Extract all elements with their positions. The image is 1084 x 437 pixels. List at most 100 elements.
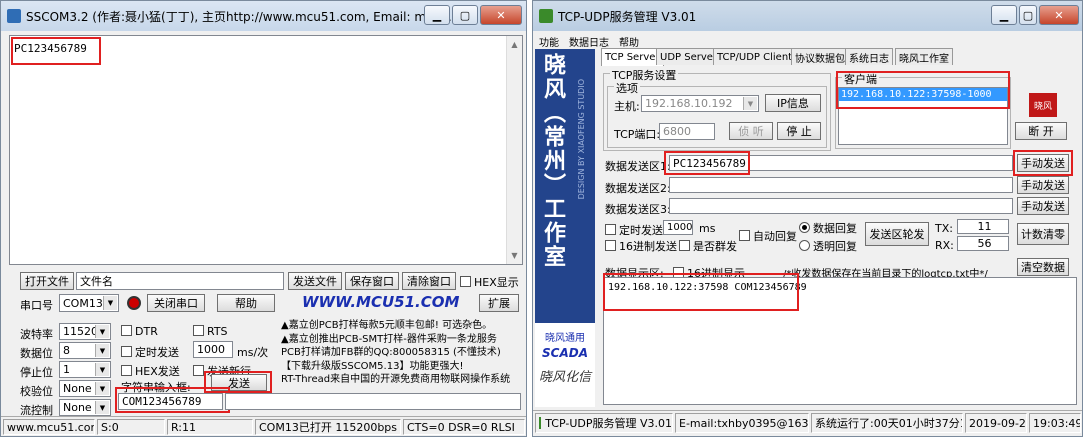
tx-counter: 11 bbox=[957, 219, 1009, 234]
sidebar-bottom-panel: 晓风通用 SCADA 晓风化信 bbox=[535, 323, 595, 407]
timed-interval-input[interactable]: 1000 bbox=[663, 220, 693, 235]
port-select[interactable]: COM13 ▼ bbox=[59, 294, 119, 312]
rx-label: RX: bbox=[935, 239, 954, 252]
manual-send-button-2[interactable]: 手动发送 bbox=[1017, 176, 1069, 194]
save-window-button[interactable]: 保存窗口 bbox=[345, 272, 399, 290]
tab-studio[interactable]: 晓风工作室 bbox=[895, 48, 953, 65]
tab-tcp-server[interactable]: TCP Server bbox=[601, 48, 664, 66]
close-button[interactable]: ✕ bbox=[1039, 5, 1079, 25]
baud-select[interactable]: 115200 ▼ bbox=[59, 323, 111, 340]
ad-line-1[interactable]: ▲嘉立创PCB打样每款5元顺丰包邮! 可选杂色。 bbox=[281, 319, 521, 333]
ad-line-4[interactable]: 【下载升级版SSCOM5.13】功能更强大! bbox=[281, 360, 521, 374]
hex-send-checkbox[interactable] bbox=[605, 240, 616, 251]
rts-checkbox[interactable] bbox=[193, 325, 204, 336]
chevron-down-icon: ▼ bbox=[103, 296, 117, 310]
stop-bits-select[interactable]: 1 ▼ bbox=[59, 361, 111, 378]
tab-client[interactable]: TCP/UDP Client bbox=[713, 48, 797, 65]
send-newline-checkbox[interactable] bbox=[193, 365, 204, 376]
minimize-button[interactable]: ▁ bbox=[424, 5, 450, 25]
dtr-check[interactable]: DTR bbox=[121, 325, 158, 338]
tab-syslog[interactable]: 系统日志 bbox=[845, 48, 893, 65]
receive-area[interactable]: PC123456789 ▲ ▼ bbox=[9, 35, 523, 265]
send-area-2-label: 数据发送区2: bbox=[605, 182, 671, 195]
manual-send-button-3[interactable]: 手动发送 bbox=[1017, 197, 1069, 215]
highlight-send-area bbox=[664, 151, 750, 175]
data-echo-radio-dot[interactable] bbox=[799, 222, 810, 233]
sidebar-line-2: SCADA bbox=[542, 346, 588, 360]
send-text-area[interactable] bbox=[225, 393, 521, 410]
send-area-2-input[interactable] bbox=[669, 177, 1013, 193]
timed-send-checkbox[interactable] bbox=[121, 346, 132, 357]
scroll-down-icon[interactable]: ▼ bbox=[507, 251, 522, 260]
tcp-port-label: TCP端口: bbox=[614, 128, 661, 141]
hex-display-checkbox[interactable] bbox=[460, 276, 471, 287]
parity-select[interactable]: None ▼ bbox=[59, 380, 111, 397]
send-area-3-input[interactable] bbox=[669, 198, 1013, 214]
transparent-label: 透明回复 bbox=[813, 240, 857, 253]
hex-send-checkbox[interactable] bbox=[121, 365, 132, 376]
data-echo-label: 数据回复 bbox=[813, 222, 857, 235]
brand-text[interactable]: WWW.MCU51.COM bbox=[302, 293, 459, 311]
ad-line-5[interactable]: RT-Thread来自中国的开源免费商用物联网操作系统 bbox=[281, 373, 521, 387]
close-port-button[interactable]: 关闭串口 bbox=[147, 294, 205, 312]
rts-check[interactable]: RTS bbox=[193, 325, 228, 338]
menu-help[interactable]: 帮助 bbox=[619, 34, 639, 49]
hex-send-check[interactable]: HEX发送 bbox=[121, 363, 180, 379]
flow-select[interactable]: None ▼ bbox=[59, 399, 111, 416]
ip-info-button[interactable]: IP信息 bbox=[765, 94, 821, 112]
group-send-check[interactable]: 是否群发 bbox=[679, 238, 737, 254]
sscom-statusbar: www.mcu51.cor S:0 R:11 COM13已打开 115200bp… bbox=[1, 416, 526, 436]
minimize-button[interactable]: ▁ bbox=[991, 5, 1017, 25]
open-file-button[interactable]: 打开文件 bbox=[20, 272, 74, 290]
help-button[interactable]: 帮助 bbox=[217, 294, 275, 312]
send-file-button[interactable]: 发送文件 bbox=[288, 272, 342, 290]
listen-button[interactable]: 侦 听 bbox=[729, 122, 773, 140]
timed-send-checkbox[interactable] bbox=[605, 224, 616, 235]
tcpudp-window: TCP-UDP服务管理 V3.01 ▁ ▢ ✕ 功能 数据日志 帮助 晓风（常州… bbox=[532, 0, 1083, 437]
tx-value: 11 bbox=[977, 220, 992, 233]
record-icon bbox=[127, 296, 141, 310]
status-site[interactable]: www.mcu51.cor bbox=[3, 419, 95, 435]
dtr-checkbox[interactable] bbox=[121, 325, 132, 336]
timed-send-check[interactable]: 定时发送 bbox=[121, 344, 179, 360]
receive-scrollbar[interactable]: ▲ ▼ bbox=[506, 36, 522, 264]
tcp-port-input[interactable]: 6800 bbox=[659, 123, 715, 140]
transparent-radio-dot[interactable] bbox=[799, 240, 810, 251]
scroll-up-icon[interactable]: ▲ bbox=[507, 40, 522, 49]
baud-label: 波特率 bbox=[20, 328, 53, 341]
maximize-button[interactable]: ▢ bbox=[452, 5, 478, 25]
auto-reply-check[interactable]: 自动回复 bbox=[739, 228, 797, 244]
parity-label: 校验位 bbox=[20, 385, 53, 398]
transparent-radio[interactable]: 透明回复 bbox=[799, 238, 857, 254]
group-send-checkbox[interactable] bbox=[679, 240, 690, 251]
tab-udp-server[interactable]: UDP Server bbox=[656, 48, 722, 65]
close-button[interactable]: ✕ bbox=[480, 5, 522, 25]
count-clear-button[interactable]: 计数清零 bbox=[1017, 223, 1069, 245]
auto-reply-checkbox[interactable] bbox=[739, 230, 750, 241]
ad-panel: ▲嘉立创PCB打样每款5元顺丰包邮! 可选杂色。 ▲嘉立创推出PCB-SMT打样… bbox=[281, 319, 521, 391]
data-bits-select[interactable]: 8 ▼ bbox=[59, 342, 111, 359]
disconnect-button[interactable]: 断 开 bbox=[1015, 122, 1067, 140]
clear-window-button[interactable]: 清除窗口 bbox=[402, 272, 456, 290]
sidebar-line-3: 晓风化信 bbox=[538, 370, 591, 385]
stop-button[interactable]: 停 止 bbox=[777, 122, 821, 140]
highlight-received bbox=[11, 37, 101, 65]
maximize-button[interactable]: ▢ bbox=[1019, 5, 1037, 25]
send-rotate-button[interactable]: 发送区轮发 bbox=[865, 222, 929, 246]
tab-protocol[interactable]: 协议数据包 bbox=[791, 48, 849, 65]
data-echo-radio[interactable]: 数据回复 bbox=[799, 220, 857, 236]
host-select[interactable]: 192.168.10.192 ▼ bbox=[641, 95, 759, 112]
ad-line-3[interactable]: PCB打样请加FB群的QQ:800058315 (不懂技术) bbox=[281, 346, 521, 360]
filename-input[interactable]: 文件名 bbox=[76, 272, 284, 290]
parity-value: None bbox=[63, 382, 92, 395]
hex-send-check[interactable]: 16进制发送 bbox=[605, 238, 677, 254]
timed-send-check[interactable]: 定时发送 bbox=[605, 222, 663, 238]
menu-data-log[interactable]: 数据日志 bbox=[569, 34, 609, 49]
hex-display-check[interactable]: HEX显示 bbox=[460, 274, 519, 290]
menu-bar: 功能 数据日志 帮助 bbox=[533, 32, 1082, 49]
menu-function[interactable]: 功能 bbox=[539, 34, 559, 49]
clear-data-button[interactable]: 清空数据 bbox=[1017, 258, 1069, 276]
ad-line-2[interactable]: ▲嘉立创推出PCB-SMT打样-器件采购一条龙服务 bbox=[281, 333, 521, 347]
expand-button[interactable]: 扩展 bbox=[479, 294, 519, 312]
interval-input[interactable]: 1000 bbox=[193, 341, 233, 358]
